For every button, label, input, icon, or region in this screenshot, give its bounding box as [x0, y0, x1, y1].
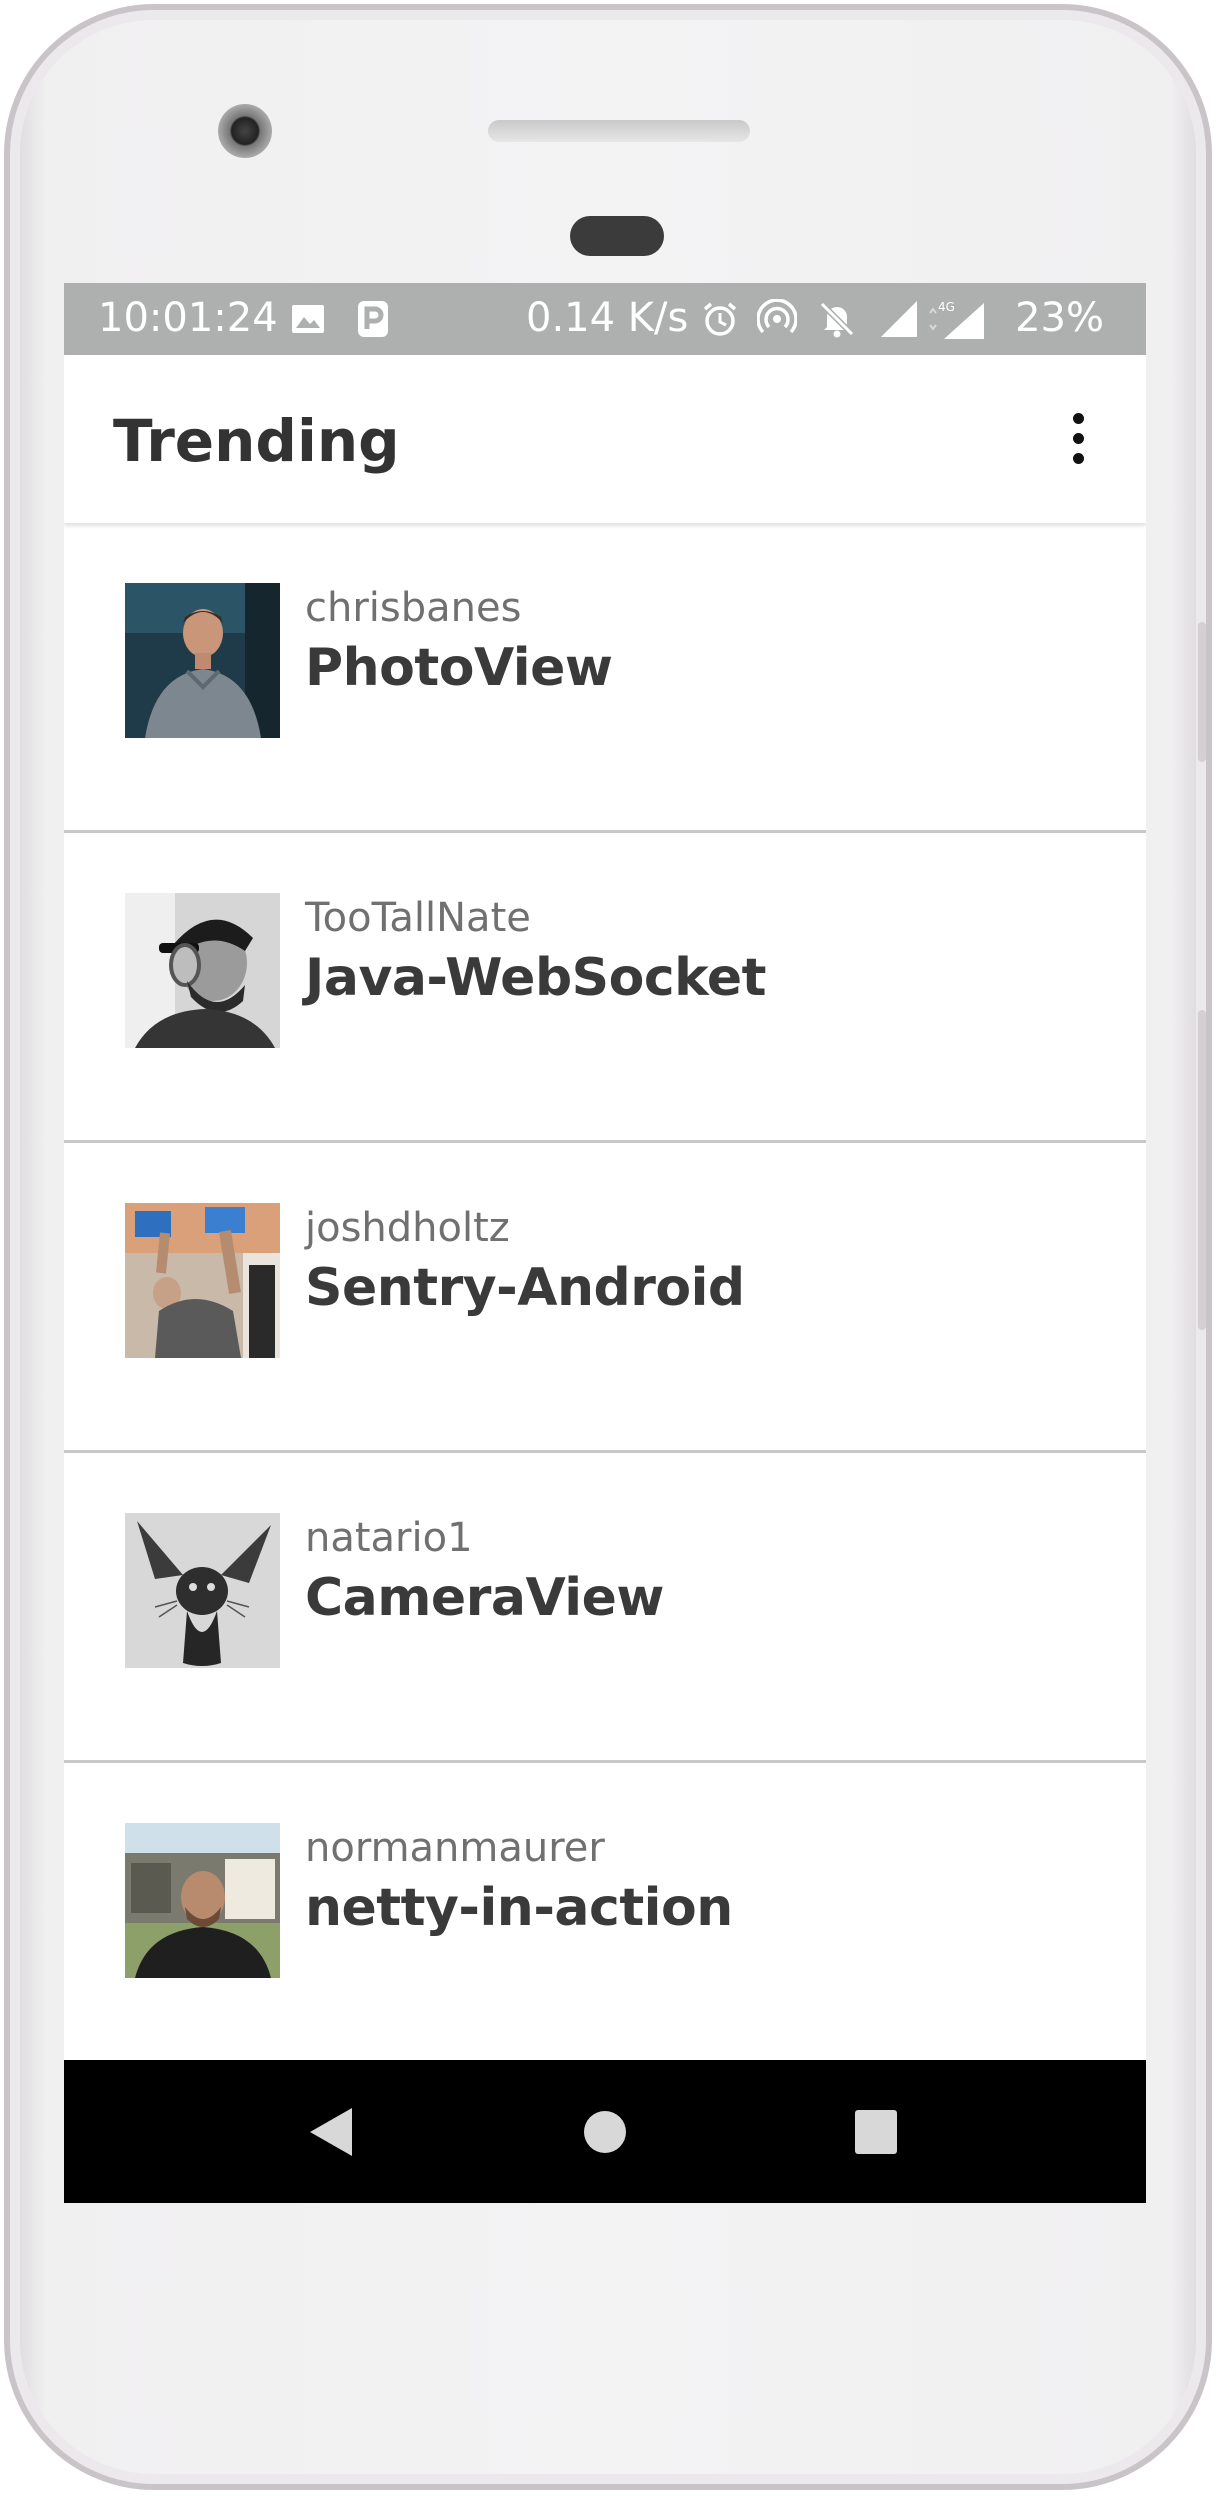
list-item[interactable]: normanmaurer netty-in-action — [64, 1763, 1146, 2070]
repo-owner: TooTallNate — [305, 895, 531, 941]
repo-owner: joshdholtz — [305, 1205, 510, 1251]
list-item[interactable]: TooTallNate Java-WebSocket — [64, 833, 1146, 1143]
list-item[interactable]: natario1 CameraView — [64, 1453, 1146, 1763]
page-title: Trending — [113, 407, 400, 475]
navigation-bar — [64, 2060, 1146, 2203]
trending-list: chrisbanes PhotoView TooTallNate Java-We… — [64, 523, 1146, 2070]
alarm-icon — [700, 299, 740, 339]
repo-owner: normanmaurer — [305, 1825, 605, 1871]
home-icon[interactable] — [583, 2106, 627, 2162]
svg-text:4G: 4G — [938, 300, 955, 314]
repo-name: netty-in-action — [305, 1878, 733, 1938]
repo-owner: natario1 — [305, 1515, 473, 1561]
status-time: 10:01:24 — [98, 295, 278, 341]
repo-name: PhotoView — [305, 638, 613, 698]
repo-owner: chrisbanes — [305, 585, 522, 631]
avatar — [125, 1203, 280, 1358]
parking-p-icon — [356, 299, 390, 339]
list-item[interactable]: joshdholtz Sentry-Android — [64, 1143, 1146, 1453]
network-speed: 0.14 K/s — [526, 295, 689, 341]
avatar — [125, 583, 280, 738]
repo-name: CameraView — [305, 1568, 664, 1628]
power-button — [1198, 622, 1206, 762]
back-icon[interactable] — [308, 2106, 354, 2162]
hotspot-icon — [756, 299, 798, 339]
repo-name: Java-WebSocket — [305, 948, 766, 1008]
overflow-menu-icon[interactable] — [1068, 413, 1088, 469]
app-bar: Trending — [64, 355, 1146, 523]
avatar — [125, 1823, 280, 1978]
earpiece-speaker — [488, 120, 750, 142]
screen: 10:01:24 0.14 K/s 4G 23% Trending chrisb… — [64, 283, 1146, 2203]
signal-icon — [878, 299, 918, 339]
volume-button — [1198, 1010, 1206, 1330]
list-item[interactable]: chrisbanes PhotoView — [64, 523, 1146, 833]
avatar — [125, 893, 280, 1048]
proximity-sensor — [570, 216, 664, 256]
notifications-off-icon — [816, 299, 858, 339]
avatar — [125, 1513, 280, 1668]
battery-level: 23% — [1015, 295, 1104, 341]
image-icon — [290, 299, 326, 339]
signal-4g-icon: 4G — [924, 299, 986, 339]
repo-name: Sentry-Android — [305, 1258, 745, 1318]
front-camera — [218, 104, 272, 158]
recents-icon[interactable] — [853, 2106, 899, 2162]
status-bar: 10:01:24 0.14 K/s 4G 23% — [64, 283, 1146, 355]
